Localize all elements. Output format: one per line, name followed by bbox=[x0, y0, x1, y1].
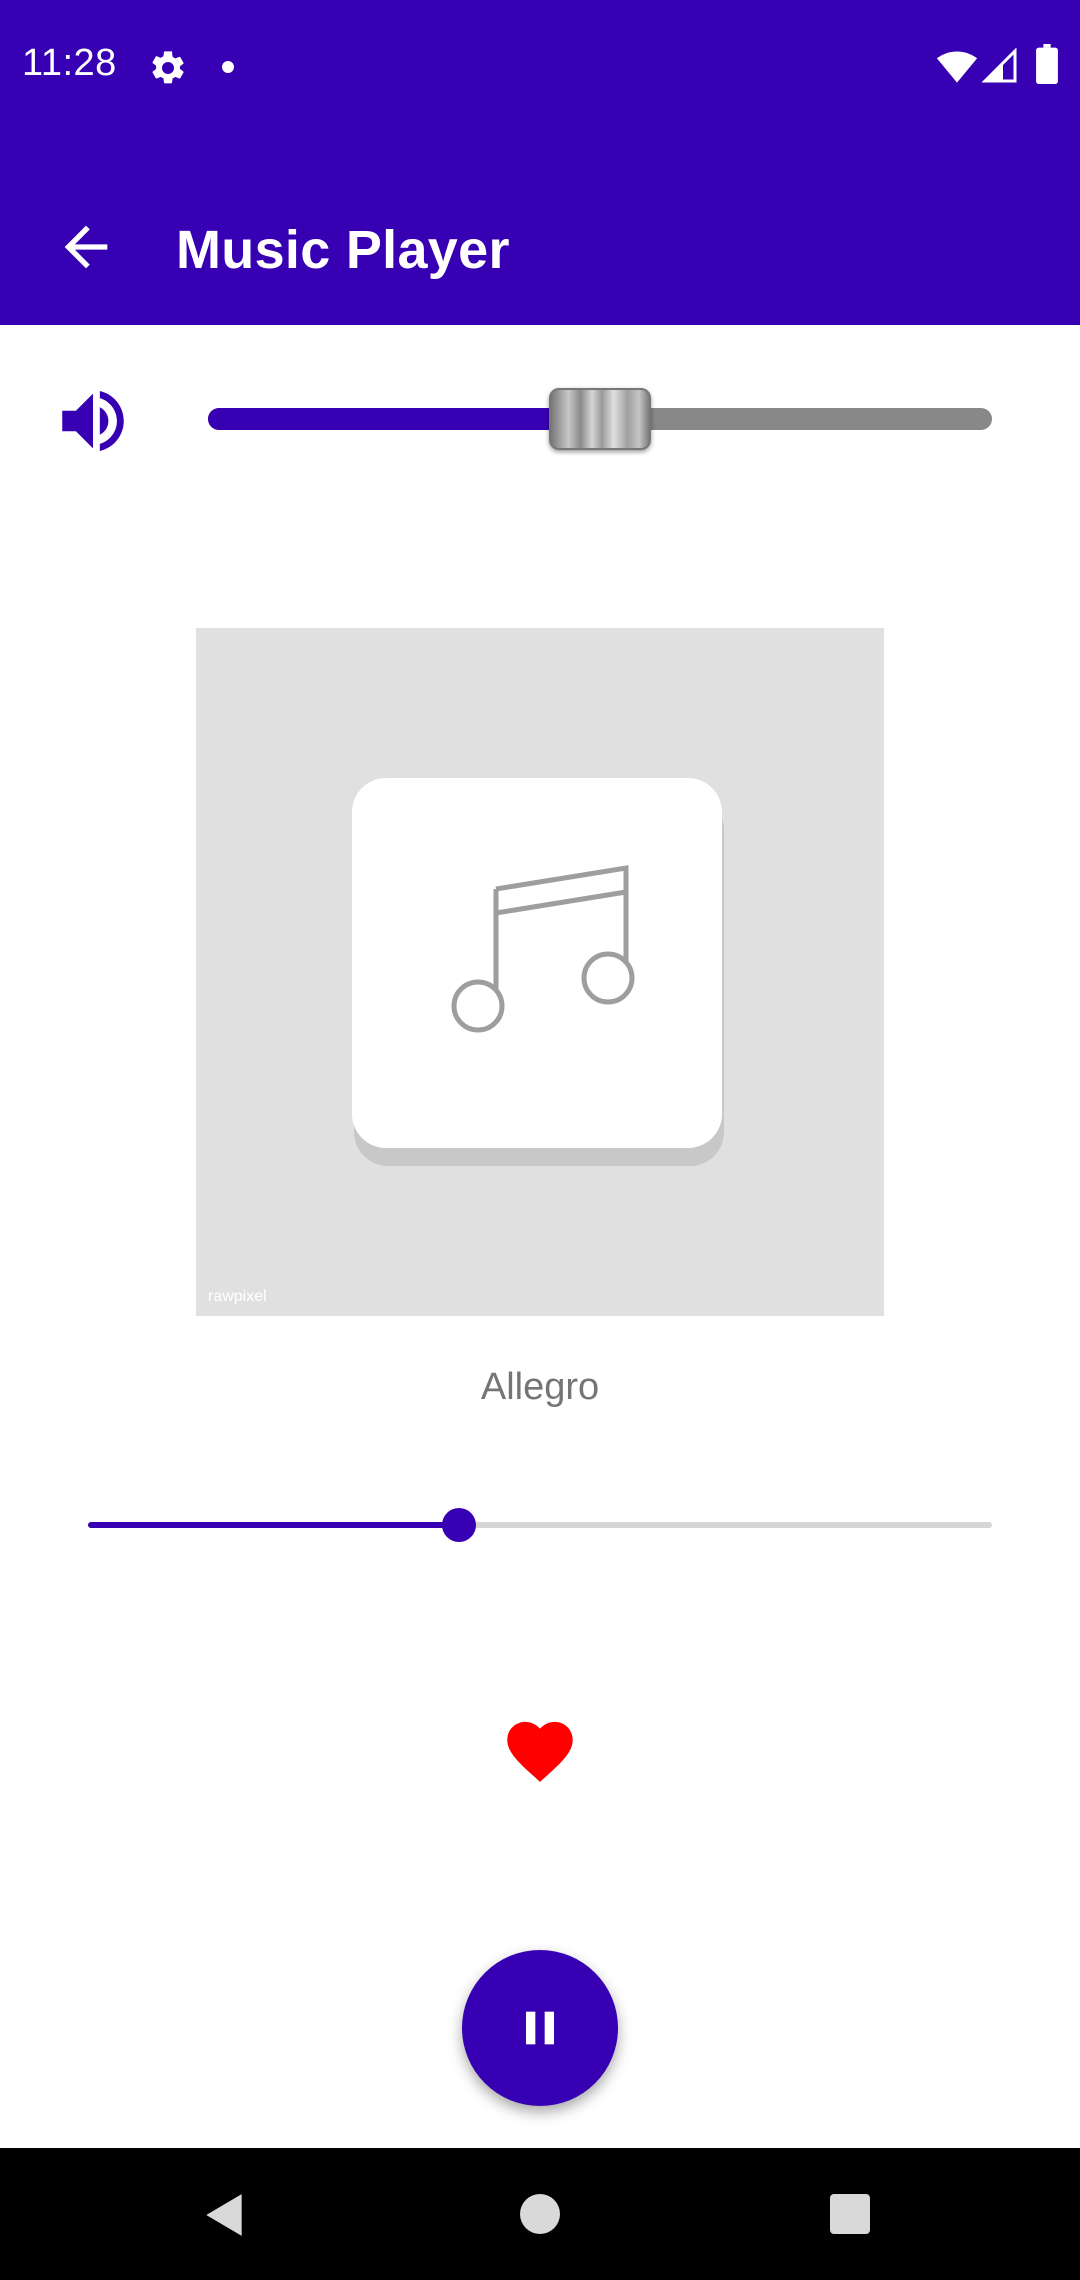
status-bar: 11:28 bbox=[0, 0, 1080, 135]
progress-slider-fill bbox=[88, 1522, 459, 1528]
cell-signal-icon bbox=[982, 48, 1017, 83]
recents-square-icon[interactable] bbox=[830, 2194, 870, 2234]
page-title: Music Player bbox=[176, 220, 510, 280]
volume-slider-fill bbox=[208, 408, 600, 430]
home-circle-icon[interactable] bbox=[520, 2194, 560, 2234]
song-title: Allegro bbox=[480, 1366, 600, 1408]
heart-icon[interactable] bbox=[500, 1712, 580, 1784]
system-nav-bar bbox=[0, 2148, 1080, 2280]
status-time: 11:28 bbox=[22, 42, 117, 84]
pause-icon bbox=[526, 2011, 554, 2045]
battery-icon bbox=[1036, 44, 1058, 84]
notification-dot-icon bbox=[222, 61, 234, 73]
gear-icon bbox=[152, 51, 184, 84]
watermark: rawpixel bbox=[208, 1288, 267, 1305]
progress-slider-thumb[interactable] bbox=[441, 1508, 476, 1542]
wifi-icon bbox=[936, 51, 978, 83]
volume-slider-thumb[interactable] bbox=[549, 388, 651, 450]
progress-slider-track[interactable] bbox=[88, 1522, 992, 1528]
back-triangle-icon[interactable] bbox=[200, 2190, 250, 2240]
app-bar: Music Player bbox=[0, 135, 1080, 325]
pause-button[interactable] bbox=[462, 1950, 618, 2106]
album-art: rawpixel bbox=[196, 628, 884, 1316]
volume-up-icon[interactable] bbox=[52, 380, 134, 462]
arrow-back-icon[interactable] bbox=[54, 215, 118, 279]
music-note-icon bbox=[451, 865, 635, 1033]
album-card bbox=[352, 778, 722, 1148]
